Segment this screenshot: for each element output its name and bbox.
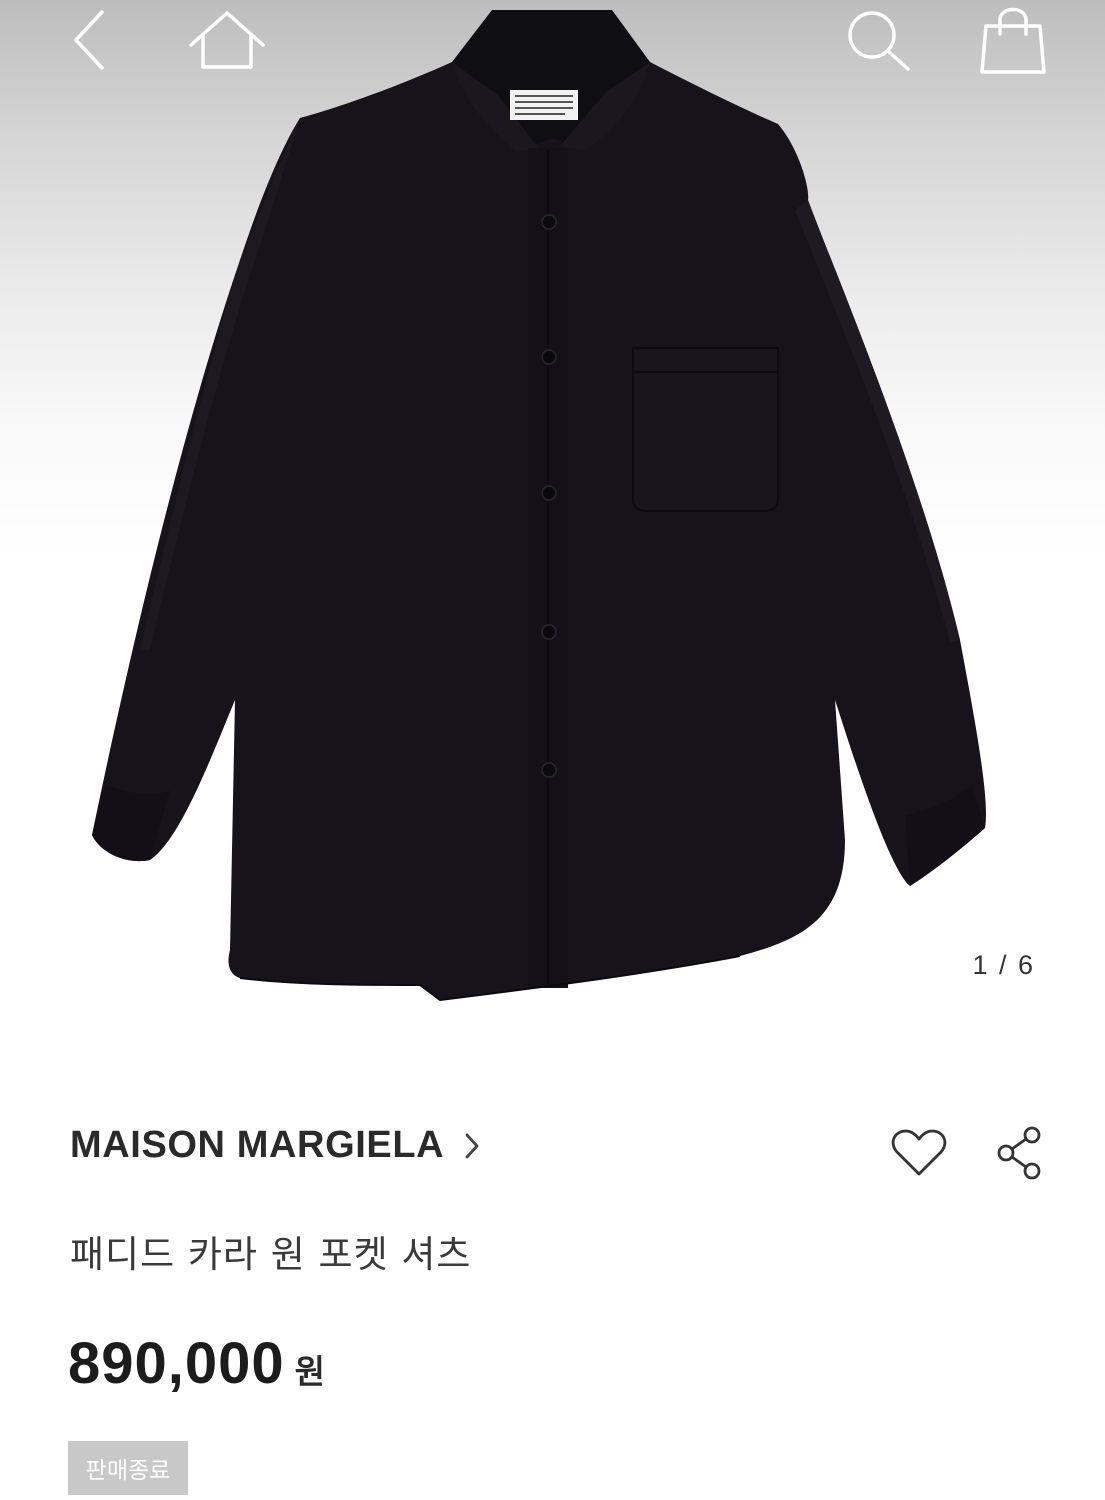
price-currency: 원 — [294, 1352, 326, 1391]
price-row: 890,000 원 — [68, 1330, 325, 1397]
heart-icon — [891, 1129, 947, 1176]
product-gallery[interactable]: 1 / 6 — [0, 0, 1105, 1020]
product-name: 패디드 카라 원 포켓 셔츠 — [70, 1233, 472, 1276]
chevron-left-icon — [74, 10, 104, 70]
share-button[interactable] — [990, 1124, 1050, 1182]
status-badge: 판매종료 — [68, 1441, 188, 1495]
price-value: 890,000 — [68, 1331, 285, 1396]
search-button[interactable] — [833, 0, 923, 80]
search-icon — [848, 11, 910, 71]
share-icon — [997, 1126, 1041, 1180]
shopping-bag-icon — [980, 7, 1046, 74]
wishlist-button[interactable] — [889, 1124, 949, 1182]
shirt-button — [541, 214, 557, 230]
brand-link[interactable]: MAISON MARGIELA — [70, 1124, 480, 1167]
chevron-right-icon — [464, 1131, 480, 1161]
shopping-bag-button[interactable] — [968, 0, 1058, 80]
shirt-button — [541, 349, 557, 365]
home-icon — [189, 11, 265, 69]
shirt-button — [541, 485, 557, 501]
brand-name: MAISON MARGIELA — [70, 1124, 445, 1166]
neck-label — [510, 90, 578, 120]
product-image[interactable] — [0, 0, 1105, 1020]
home-button[interactable] — [182, 0, 272, 80]
shirt-button — [541, 624, 557, 640]
back-button[interactable] — [45, 0, 135, 80]
shirt-button — [541, 762, 557, 778]
brand-row: MAISON MARGIELA — [70, 1124, 1045, 1182]
gallery-page-indicator: 1 / 6 — [972, 950, 1035, 980]
top-navigation-bar — [0, 0, 1105, 80]
